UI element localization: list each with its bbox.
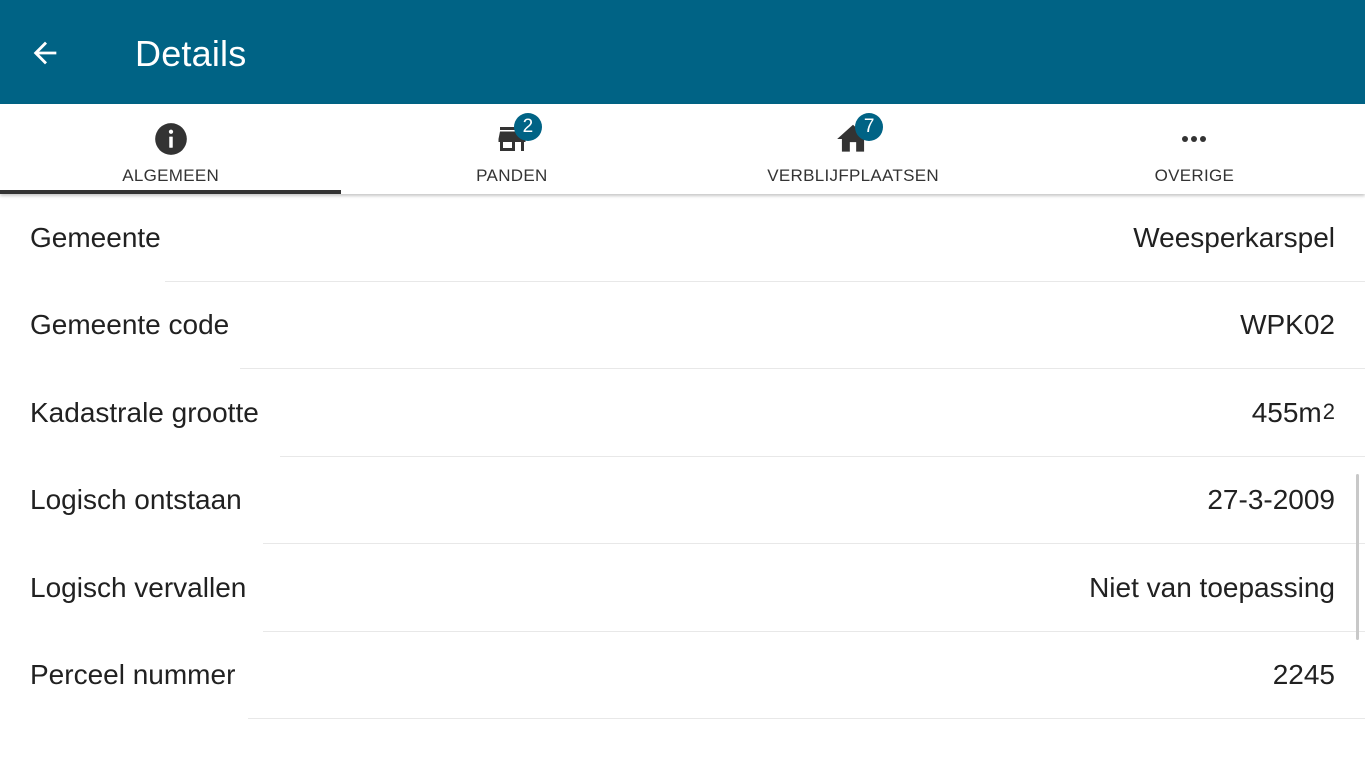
tab-label: VERBLIJFPLAATSEN [767,166,939,185]
detail-value: WPK02 [1240,309,1335,341]
tab-panden[interactable]: 2 PANDEN [341,104,682,194]
detail-row-perceel-nummer: Perceel nummer 2245 [0,632,1365,719]
tab-verblijfplaatsen[interactable]: 7 VERBLIJFPLAATSEN [683,104,1024,194]
home-icon: 7 [833,113,884,159]
store-icon: 2 [492,113,542,159]
verblijfplaatsen-count-badge: 7 [855,113,884,141]
tab-label: ALGEMEEN [122,166,220,185]
detail-value: 2245 [1272,659,1335,691]
area-unit-exponent: 2 [1322,398,1335,424]
detail-value: Weesperkarspel [1133,221,1335,253]
detail-row-logisch-vervallen: Logisch vervallen Niet van toepassing [0,544,1365,632]
area-number: 455m [1251,396,1322,428]
active-tab-indicator [0,190,342,194]
detail-row-logisch-ontstaan: Logisch ontstaan 27-3-2009 [0,457,1365,544]
tab-overige[interactable]: OVERIGE [1024,104,1365,194]
row-divider [248,718,1365,719]
detail-label: Logisch ontstaan [30,484,242,516]
tab-label: PANDEN [476,166,548,185]
back-button[interactable] [22,30,68,76]
scrollbar[interactable] [1356,474,1359,640]
detail-label: Perceel nummer [30,659,236,691]
page-title: Details [135,33,247,74]
detail-label: Kadastrale grootte [30,396,259,428]
detail-row-gemeente: Gemeente Weesperkarspel [0,194,1365,282]
detail-row-gemeente-code: Gemeente code WPK02 [0,282,1365,369]
tab-bar: ALGEMEEN 2 PANDEN 7 VERBLIJFPLAATSEN OVE… [0,104,1365,194]
tab-label: OVERIGE [1154,166,1235,185]
detail-label: Logisch vervallen [30,571,247,603]
info-icon [151,119,191,159]
tab-algemeen[interactable]: ALGEMEEN [0,104,342,194]
detail-row-kadastrale-grootte: Kadastrale grootte 455m 2 [0,369,1365,457]
detail-label: Gemeente code [30,309,230,341]
more-horiz-icon [1174,119,1214,159]
arrow-back-icon [33,41,57,65]
panden-count-badge: 2 [513,113,542,141]
details-list: Gemeente Weesperkarspel Gemeente code WP… [0,194,1365,768]
detail-value-area: 455m 2 [1252,369,1335,457]
detail-value: Niet van toepassing [1089,571,1335,603]
detail-value: 27-3-2009 [1207,484,1335,516]
detail-label: Gemeente [30,221,161,253]
app-bar: Details [0,0,1365,104]
